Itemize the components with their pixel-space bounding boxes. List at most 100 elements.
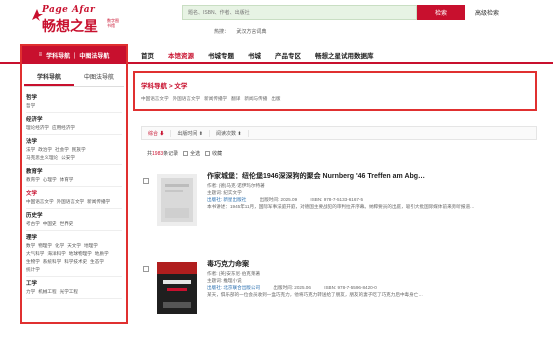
sort-comprehensive[interactable]: 综合 ⬇	[142, 129, 172, 137]
book-isbn: ISBN: 978-7-5133-6167-5	[310, 197, 364, 202]
sidebar-subcategory-link[interactable]: 生态学	[90, 259, 104, 264]
breadcrumb-current: 文学	[174, 83, 188, 90]
subcategory-link[interactable]: 出版	[271, 96, 280, 101]
book-isbn: ISBN: 978-7-5596-8420-0	[324, 285, 377, 290]
sidebar-subcategory-link[interactable]: 力学	[26, 289, 35, 294]
sidebar-subcategory-link[interactable]: 公安学	[61, 155, 75, 160]
sidebar-category[interactable]: 理学	[26, 234, 122, 242]
sidebar-subcategory-link[interactable]: 地理学	[84, 243, 98, 248]
breadcrumb-separator: >	[168, 83, 173, 90]
sidebar-subcategory-link[interactable]: 大气科学	[26, 251, 44, 256]
nav-link-products[interactable]: 产品专区	[275, 50, 301, 60]
sidebar-subcategory-link[interactable]: 中国史	[43, 221, 57, 226]
sidebar-subcategory-link[interactable]: 数学	[26, 243, 35, 248]
sidebar-subcategory-link[interactable]: 地质学	[95, 251, 109, 256]
nav-link-trial-db[interactable]: 畅想之星试用数据库	[315, 50, 374, 60]
sidebar-category[interactable]: 工学	[26, 280, 122, 288]
batch-checkbox[interactable]	[205, 151, 211, 156]
sidebar-subcategory-link[interactable]: 化学	[55, 243, 64, 248]
book-date: 出版时间: 2025.09	[259, 197, 298, 202]
sidebar-subcategory-link[interactable]: 海洋科学	[47, 251, 65, 256]
sidebar-subcategory-link[interactable]: 政治学	[38, 147, 52, 152]
category-nav-toggle[interactable]: ≡ 学科导航 ｜ 中图法导航	[20, 46, 128, 64]
sidebar-subcategory-link[interactable]: 机械工程	[38, 289, 56, 294]
result-suffix: 条记录	[163, 151, 179, 157]
sidebar-category[interactable]: 哲学	[26, 94, 122, 102]
subcategory-link[interactable]: 新闻传播学	[204, 96, 227, 101]
book-title[interactable]: 毒巧克力命案	[207, 260, 537, 270]
book-abstract: 某天，俱乐部的一位会员收到一盒巧克力，他将巧克力转送给了朋友，朋友的妻子吃了巧克…	[207, 292, 423, 297]
sidebar-subcategory-link[interactable]: 物理学	[38, 243, 52, 248]
select-all-label: 全选	[190, 151, 201, 157]
sidebar-category-list: 哲学 哲学 经济学 理论经济学 应用经济学 法学 法学 政治学 社会学 民族学马克思主义理论 公安学…	[20, 87, 128, 303]
nav-link-bookstore[interactable]: 书城	[248, 50, 261, 60]
sidebar-subcategory-link[interactable]: 心理学	[43, 177, 57, 182]
sidebar-subcategory-link[interactable]: 新闻传播学	[87, 199, 110, 204]
sidebar-subcategory-link[interactable]: 考古学	[26, 221, 40, 226]
sidebar-category[interactable]: 经济学	[26, 116, 122, 124]
subcategory-link[interactable]: 翻译	[231, 96, 240, 101]
sidebar-category[interactable]: 历史学	[26, 212, 122, 220]
sidebar-subcategory-link[interactable]: 马克思主义理论	[26, 155, 58, 160]
sidebar-subcategories: 哲学	[26, 102, 122, 113]
book-cover[interactable]	[157, 174, 197, 226]
sidebar-subcategory-link[interactable]: 外国语言文学	[57, 199, 85, 204]
book-item: 作家城堡：纽伦堡1946深深狗的聚会 Nurnberg '46 Treffen …	[141, 168, 537, 238]
search-input[interactable]	[183, 6, 416, 19]
sidebar-subcategory-link[interactable]: 哲学	[26, 103, 35, 108]
sidebar-subcategory-link[interactable]: 统计学	[26, 267, 40, 272]
sort-read-count[interactable]: 阅读次数 ⬍	[210, 129, 249, 137]
subcategory-link[interactable]: 中国语言文学	[141, 96, 169, 101]
sidebar-category[interactable]: 教育学	[26, 168, 122, 176]
book-info: 作家城堡：纽伦堡1946深深狗的聚会 Nurnberg '46 Treffen …	[207, 172, 537, 210]
menu-icon: ≡	[38, 52, 43, 58]
sidebar-subcategory-link[interactable]: 光学工程	[60, 289, 78, 294]
sidebar-subcategory-link[interactable]: 科学技术史	[64, 259, 87, 264]
book-cover[interactable]	[157, 262, 197, 314]
batch-label: 收藏	[212, 151, 223, 157]
book-press[interactable]: 出版社: 北京联合出版公司	[207, 285, 260, 290]
breadcrumb-root[interactable]: 学科导航	[141, 83, 167, 90]
tab-clc-nav[interactable]: 中图法导航	[74, 70, 124, 86]
sidebar-subcategories: 理论经济学 应用经济学	[26, 124, 122, 135]
sidebar-subcategory-link[interactable]: 体育学	[60, 177, 74, 182]
sidebar-category[interactable]: 文学	[26, 190, 122, 198]
sort-pub-date[interactable]: 出版时间 ⬍	[171, 129, 210, 137]
sidebar-subcategory-link[interactable]: 教育学	[26, 177, 40, 182]
sidebar-subcategories: 数学 物理学 化学 天文学 地理学大气科学 海洋科学 地球物理学 地质学生物学 系统科学 科学技术…	[26, 242, 122, 277]
sidebar-subcategory-link[interactable]: 理论经济学	[26, 125, 49, 130]
subcategory-link[interactable]: 外国语言文学	[173, 96, 201, 101]
select-all-checkbox[interactable]	[183, 151, 189, 156]
nav-link-library[interactable]: 本馆资源	[168, 50, 194, 60]
advanced-search-link[interactable]: 高级检索	[475, 8, 499, 17]
hot-search-term[interactable]: 武汉方言词典	[236, 29, 266, 35]
book-press[interactable]: 出版社: 新星出版社	[207, 197, 246, 202]
book-subject: 主题词: 纪实文学	[207, 190, 242, 195]
sidebar-subcategory-link[interactable]: 世界史	[60, 221, 74, 226]
nav-links: 首页 本馆资源 书城专题 书城 产品专区 畅想之星试用数据库	[141, 46, 388, 64]
breadcrumb: 学科导航 > 文学	[141, 80, 187, 90]
sidebar-subcategory-link[interactable]: 系统科学	[43, 259, 61, 264]
book-checkbox[interactable]	[143, 178, 149, 184]
sidebar-tabs: 学科导航 中图法导航	[24, 70, 124, 87]
book-title[interactable]: 作家城堡：纽伦堡1946深深狗的聚会 Nurnberg '46 Treffen …	[207, 172, 537, 182]
tab-subject-nav[interactable]: 学科导航	[24, 70, 74, 86]
sidebar-subcategory-link[interactable]: 天文学	[67, 243, 81, 248]
sidebar-subcategory-link[interactable]: 法学	[26, 147, 35, 152]
sidebar-subcategory-link[interactable]: 生物学	[26, 259, 40, 264]
sidebar-subcategory-link[interactable]: 地球物理学	[69, 251, 92, 256]
sidebar-subcategory-link[interactable]: 民族学	[72, 147, 86, 152]
subcategory-link[interactable]: 新闻与传播	[244, 96, 267, 101]
search-button[interactable]: 检索	[417, 5, 465, 20]
sidebar-category[interactable]: 法学	[26, 138, 122, 146]
logo[interactable]: Page Afar 畅想之星 数字图书馆	[30, 5, 120, 37]
result-count: 1983	[152, 150, 164, 157]
nav-link-topics[interactable]: 书城专题	[208, 50, 234, 60]
category-nav-label: 学科导航 ｜ 中图法导航	[46, 53, 110, 60]
nav-link-home[interactable]: 首页	[141, 50, 154, 60]
logo-name: 畅想之星	[42, 19, 98, 35]
sidebar-subcategory-link[interactable]: 社会学	[55, 147, 69, 152]
book-checkbox[interactable]	[143, 266, 149, 272]
sidebar-subcategory-link[interactable]: 应用经济学	[52, 125, 75, 130]
sidebar-subcategory-link[interactable]: 中国语言文学	[26, 199, 54, 204]
